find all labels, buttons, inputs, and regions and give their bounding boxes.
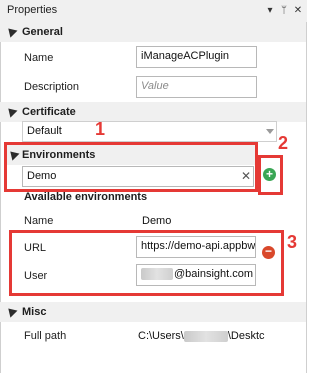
section-general-header[interactable]: General bbox=[0, 22, 306, 42]
section-title: Misc bbox=[22, 306, 47, 318]
certificate-dropdown[interactable]: Default bbox=[22, 121, 277, 142]
user-domain: @bainsight.com bbox=[174, 268, 254, 280]
collapse-triangle-icon[interactable] bbox=[4, 104, 18, 118]
panel-title: Properties bbox=[7, 4, 58, 16]
collapse-triangle-icon[interactable] bbox=[4, 24, 18, 38]
url-field[interactable]: https://demo-api.appbw bbox=[136, 236, 256, 258]
description-placeholder: Value bbox=[141, 80, 169, 92]
callout-1: 1 bbox=[95, 119, 106, 139]
section-title: Environments bbox=[22, 149, 96, 161]
available-environments-title: Available environments bbox=[24, 191, 148, 203]
user-label: User bbox=[24, 270, 48, 282]
callout-2: 2 bbox=[278, 133, 289, 153]
full-path-label: Full path bbox=[24, 330, 67, 342]
full-path-suffix: \Desktc bbox=[227, 330, 265, 342]
url-label: URL bbox=[24, 242, 47, 254]
callout-3: 3 bbox=[287, 232, 298, 252]
description-field[interactable]: Value bbox=[136, 76, 257, 98]
pin-icon[interactable]: ᛘ bbox=[277, 3, 291, 18]
chevron-down-icon[interactable] bbox=[266, 129, 274, 134]
env-name-label: Name bbox=[24, 215, 54, 227]
description-label: Description bbox=[24, 81, 80, 93]
collapse-triangle-icon[interactable] bbox=[6, 147, 20, 161]
redacted-path bbox=[183, 330, 228, 342]
environment-filter-input[interactable]: Demo bbox=[22, 166, 254, 187]
plus-circle-icon[interactable]: + bbox=[263, 168, 276, 181]
section-environments-header[interactable]: Environments bbox=[6, 145, 255, 165]
user-field[interactable]: @bainsight.com bbox=[136, 264, 256, 286]
section-certificate-header[interactable]: Certificate bbox=[0, 102, 306, 122]
section-title: General bbox=[22, 26, 63, 38]
env-name-value[interactable]: Demo bbox=[142, 215, 171, 227]
section-title: Certificate bbox=[22, 106, 76, 118]
name-label: Name bbox=[24, 52, 54, 64]
name-field[interactable]: iManageACPlugin bbox=[136, 46, 257, 68]
full-path-prefix: C:\Users\ bbox=[138, 330, 184, 342]
full-path-value[interactable]: C:\Users\ \Desktc bbox=[138, 330, 303, 342]
close-icon[interactable]: ✕ bbox=[291, 3, 305, 18]
clear-icon[interactable]: ✕ bbox=[241, 169, 251, 183]
certificate-selected: Default bbox=[27, 125, 62, 137]
minus-circle-icon[interactable]: − bbox=[262, 245, 275, 259]
collapse-triangle-icon[interactable] bbox=[4, 304, 18, 318]
redacted-username bbox=[141, 268, 173, 281]
section-misc-header[interactable]: Misc bbox=[0, 302, 306, 322]
dropdown-menu-icon[interactable]: ▾ bbox=[263, 3, 277, 18]
